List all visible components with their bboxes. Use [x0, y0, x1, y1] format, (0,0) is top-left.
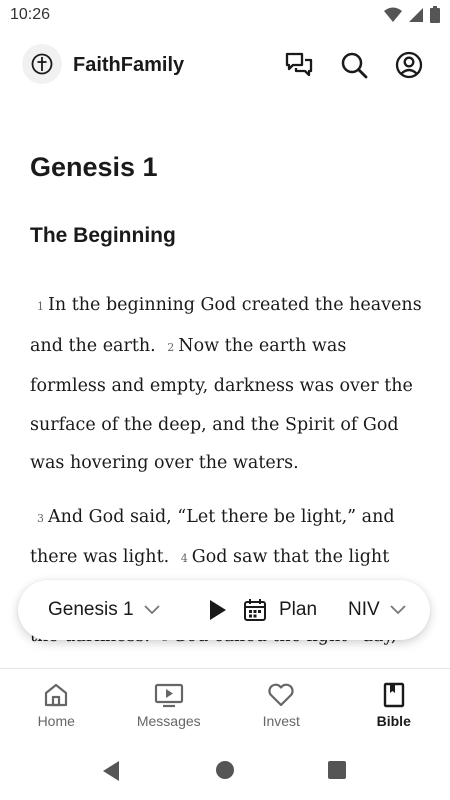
bottom-nav: Home Messages Invest Bible — [0, 668, 450, 739]
app-actions — [284, 50, 424, 80]
chat-icon — [285, 52, 313, 77]
verse-number: 4 — [180, 552, 188, 565]
bookmark-book-icon — [383, 682, 404, 708]
chat-button[interactable] — [284, 50, 314, 80]
nav-bible[interactable]: Bible — [338, 669, 450, 739]
nav-bible-label: Bible — [376, 713, 411, 729]
recents-square-icon — [328, 761, 346, 779]
status-time: 10:26 — [10, 6, 51, 23]
cell-signal-icon — [409, 7, 423, 22]
status-bar: 10:26 — [0, 0, 450, 32]
home-circle-icon — [216, 761, 234, 779]
nav-invest[interactable]: Invest — [225, 669, 338, 739]
system-nav — [0, 740, 450, 800]
chevron-down-icon — [143, 605, 160, 615]
play-audio-button[interactable] — [208, 598, 228, 627]
system-back-button[interactable] — [101, 760, 121, 787]
reading-controls-pill: Genesis 1 Plan NIV — [18, 580, 430, 640]
book-chapter-selector[interactable]: Genesis 1 — [48, 599, 161, 621]
account-button[interactable] — [394, 50, 424, 80]
plan-label: Plan — [279, 599, 318, 620]
play-icon — [210, 600, 226, 620]
section-title: The Beginning — [30, 224, 176, 247]
app-title: FaithFamily — [73, 54, 185, 76]
nav-messages-label: Messages — [136, 713, 201, 729]
system-home-button[interactable] — [215, 760, 235, 785]
nav-home-label: Home — [37, 713, 75, 729]
video-icon — [154, 683, 183, 708]
paragraph: 1 In the beginning God created the heaven… — [30, 286, 425, 483]
nav-messages[interactable]: Messages — [113, 669, 226, 739]
search-icon — [341, 52, 368, 79]
nav-home[interactable]: Home — [0, 669, 113, 739]
verse-text[interactable]: Now the earth was formless and empty, da… — [30, 336, 413, 474]
home-icon — [45, 683, 68, 707]
back-triangle-icon — [103, 761, 119, 781]
battery-icon — [430, 6, 440, 23]
version-label: NIV — [348, 599, 380, 620]
status-icons — [384, 6, 440, 23]
calendar-icon — [244, 599, 266, 621]
wifi-icon — [384, 7, 402, 22]
app-logo — [22, 44, 62, 84]
verse-number: 3 — [37, 511, 44, 525]
app-bar: FaithFamily — [0, 40, 450, 92]
chevron-down-icon — [390, 605, 406, 615]
cross-circle-logo-icon — [31, 53, 53, 75]
book-chapter-label: Genesis 1 — [48, 599, 134, 620]
version-selector[interactable]: NIV — [348, 599, 407, 621]
verse-number: 1 — [37, 300, 44, 313]
plan-button[interactable]: Plan — [243, 598, 317, 622]
account-icon — [395, 51, 423, 79]
verse-number: 2 — [167, 340, 175, 354]
system-recents-button[interactable] — [327, 760, 347, 785]
nav-invest-label: Invest — [262, 713, 300, 729]
search-button[interactable] — [339, 50, 369, 80]
chapter-title: Genesis 1 — [30, 152, 158, 182]
heart-icon — [268, 683, 294, 707]
